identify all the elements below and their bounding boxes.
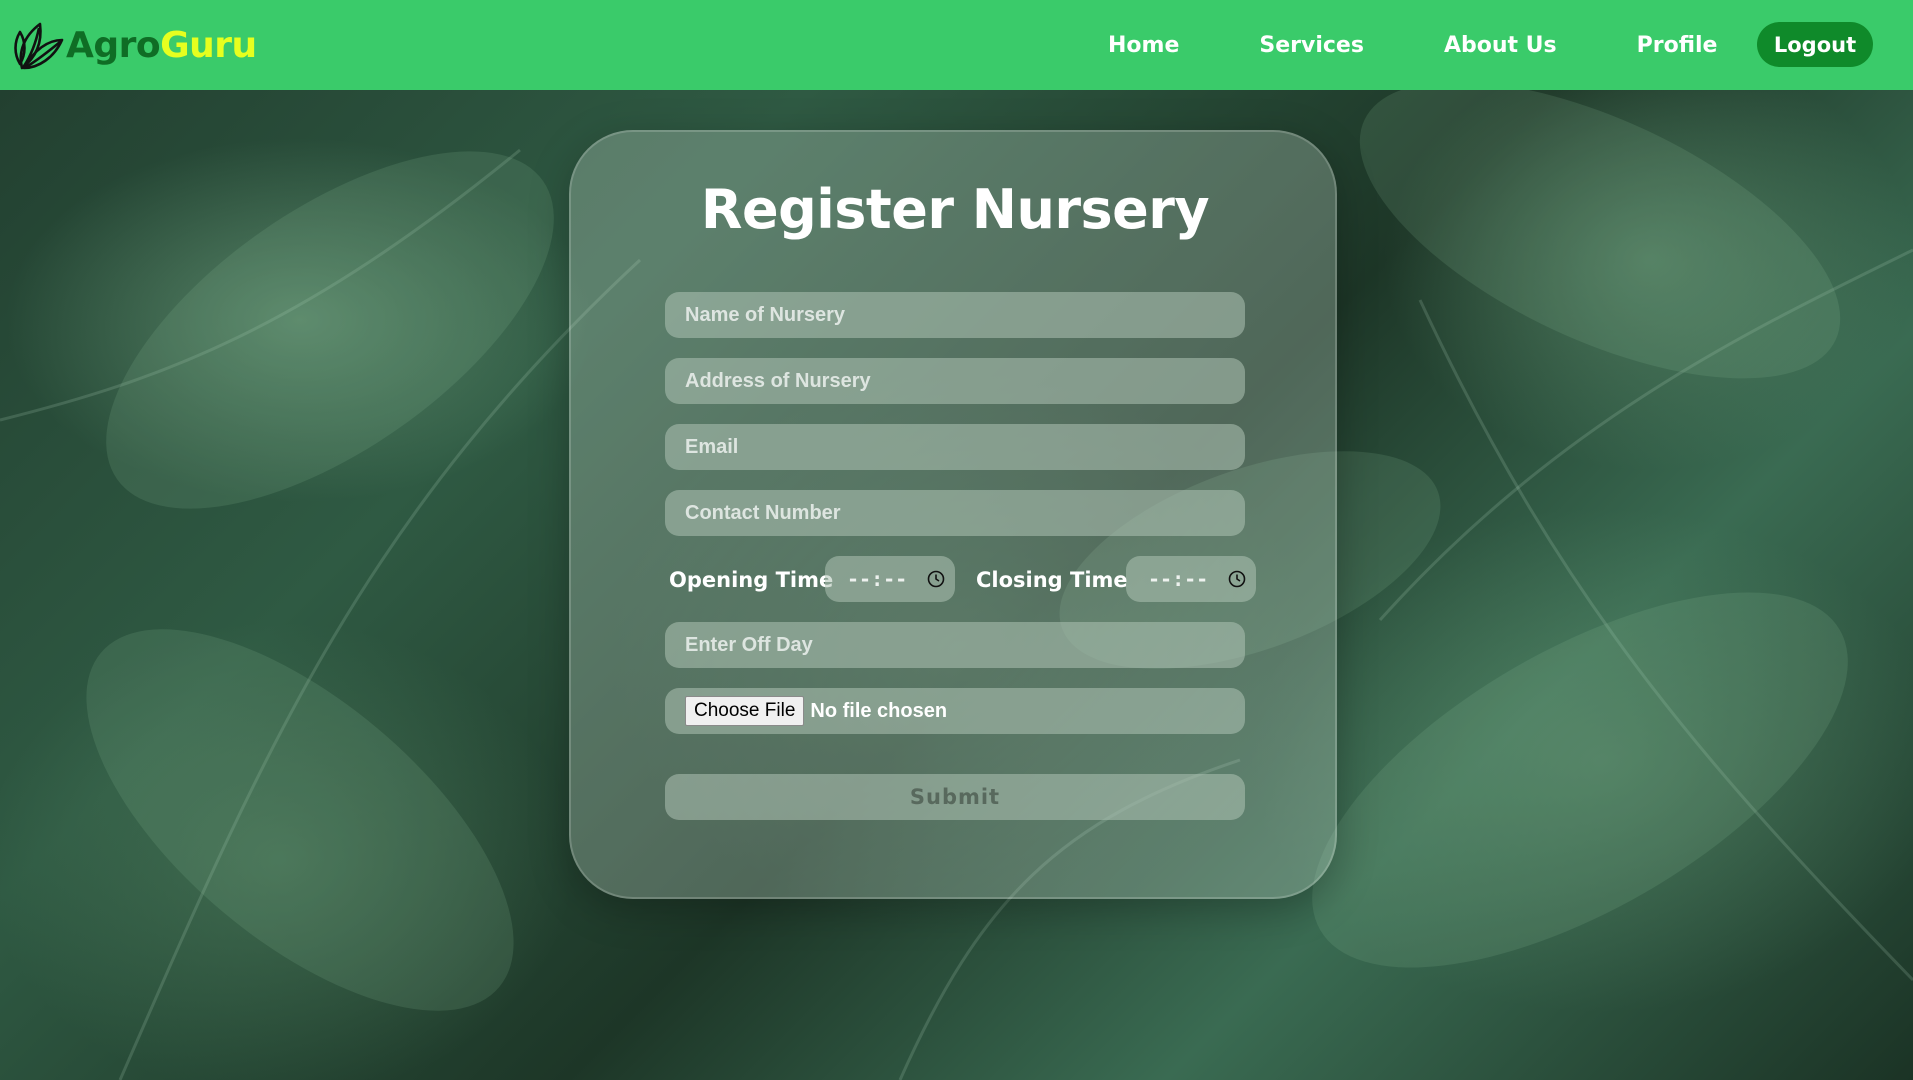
brand-name: AgroGuru [66, 25, 257, 66]
page-title: Register Nursery [700, 178, 1210, 241]
nav-profile-link[interactable]: Profile [1637, 33, 1718, 58]
file-upload-field: Choose File No file chosen [665, 688, 1245, 734]
logout-button[interactable]: Logout [1757, 22, 1873, 67]
brand-name-part2: Guru [160, 24, 257, 66]
opening-time-label: Opening Time [669, 568, 834, 592]
closing-time-label: Closing Time [976, 568, 1128, 592]
leaf-icon [14, 22, 64, 70]
clock-icon[interactable] [1228, 570, 1246, 588]
choose-file-button[interactable]: Choose File [685, 696, 805, 726]
submit-button[interactable]: Submit [665, 774, 1245, 820]
nav-links: Home Services About Us Profile [1108, 0, 1717, 90]
time-row: Opening Time --:-- Closing Time --:-- [665, 556, 1265, 604]
nav-services-link[interactable]: Services [1259, 33, 1364, 58]
off-day-input[interactable] [665, 622, 1245, 668]
clock-icon[interactable] [927, 570, 945, 588]
nav-home-link[interactable]: Home [1108, 33, 1179, 58]
brand-logo[interactable]: AgroGuru [12, 18, 257, 72]
email-input[interactable] [665, 424, 1245, 470]
file-status-text: No file chosen [810, 699, 948, 722]
nursery-address-input[interactable] [665, 358, 1245, 404]
nav-about-link[interactable]: About Us [1444, 33, 1557, 58]
contact-number-input[interactable] [665, 490, 1245, 536]
brand-name-part1: Agro [66, 24, 161, 66]
opening-time-input[interactable]: --:-- [825, 556, 955, 602]
nursery-name-input[interactable] [665, 292, 1245, 338]
navbar: AgroGuru Home Services About Us Profile … [0, 0, 1913, 90]
closing-time-input[interactable]: --:-- [1126, 556, 1256, 602]
opening-time-value: --:-- [847, 567, 908, 591]
closing-time-value: --:-- [1148, 567, 1209, 591]
register-nursery-card: Register Nursery Opening Time --:-- Clos… [569, 130, 1337, 899]
